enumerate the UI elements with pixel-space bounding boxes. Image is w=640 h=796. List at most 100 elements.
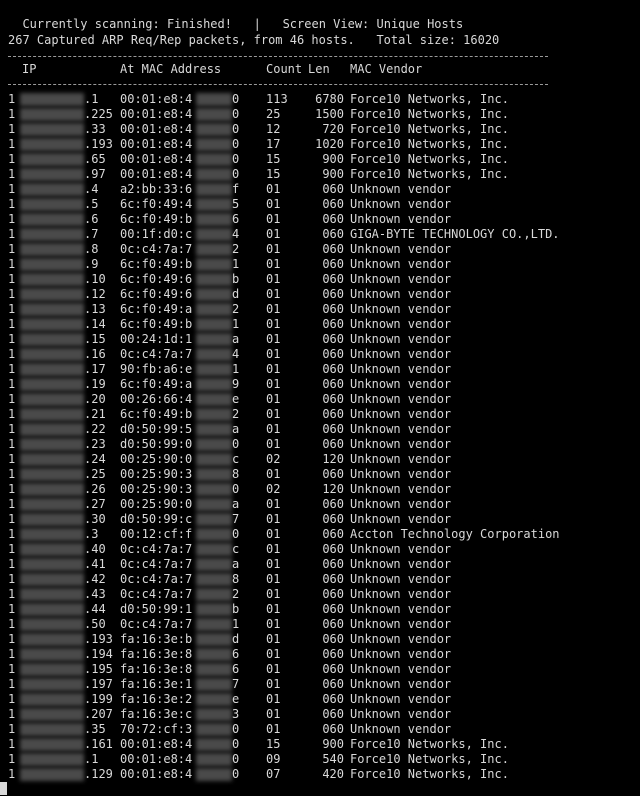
- table-row[interactable]: 1 .19 6c:f0:49:a 9 01 060 Unknown vendor: [8, 377, 588, 392]
- table-row[interactable]: 1 .193 00:01:e8:4 0 17 1020 Force10 Networks, …: [8, 137, 588, 152]
- table-row[interactable]: 1 .6 6c:f0:49:b 6 01 060 Unknown vendor: [8, 212, 588, 227]
- table-row[interactable]: 1 .10 6c:f0:49:6 b 01 060 Unknown vendor: [8, 272, 588, 287]
- ip-suffix: .17: [84, 362, 106, 376]
- table-row[interactable]: 1 .40 0c:c4:7a:7 c 01 060 Unknown vendor: [8, 542, 588, 557]
- table-row[interactable]: 1 .24 00:25:90:0 c 02 120 Unknown vendor: [8, 452, 588, 467]
- mac-address-end: 4: [232, 347, 240, 361]
- mac-vendor: Unknown vendor: [350, 467, 452, 481]
- status-separator: |: [253, 17, 261, 31]
- table-row[interactable]: 1 .7 00:1f:d0:c 4 01 060 GIGA-BYTE TECHNOLOGY …: [8, 227, 588, 242]
- ip-redaction: [20, 228, 84, 241]
- packet-length: 060: [322, 692, 344, 706]
- table-row[interactable]: 1 .8 0c:c4:7a:7 2 01 060 Unknown vendor: [8, 242, 588, 257]
- table-row[interactable]: 1 .43 0c:c4:7a:7 2 01 060 Unknown vendor: [8, 587, 588, 602]
- mac-redaction: [196, 438, 232, 451]
- table-row[interactable]: 1 .1 00:01:e8:4 0 09 540 Force10 Networks, Inc…: [8, 752, 588, 767]
- table-row[interactable]: 1 .15 00:24:1d:1 a 01 060 Unknown vendor: [8, 332, 588, 347]
- table-row[interactable]: 1 .27 00:25:90:0 a 01 060 Unknown vendor: [8, 497, 588, 512]
- table-row[interactable]: 1 .23 d0:50:99:0 0 01 060 Unknown vendor: [8, 437, 588, 452]
- packet-length: 060: [322, 332, 344, 346]
- mac-address-start: 00:01:e8:4: [120, 107, 193, 121]
- mac-address-end: 6: [232, 647, 240, 661]
- mac-address-end: a: [232, 332, 240, 346]
- table-row[interactable]: 1 .1 00:01:e8:4 0 113 6780 Force10 Networks, I…: [8, 92, 588, 107]
- mac-vendor: Unknown vendor: [350, 617, 452, 631]
- table-row[interactable]: 1 .50 0c:c4:7a:7 1 01 060 Unknown vendor: [8, 617, 588, 632]
- mac-vendor: Unknown vendor: [350, 407, 452, 421]
- table-row[interactable]: 1 .197 fa:16:3e:1 7 01 060 Unknown vendor: [8, 677, 588, 692]
- ip-redaction: [20, 513, 84, 526]
- ip-suffix: .207: [84, 707, 113, 721]
- table-row[interactable]: 1 .25 00:25:90:3 8 01 060 Unknown vendor: [8, 467, 588, 482]
- mac-redaction: [196, 648, 232, 661]
- mac-redaction: [196, 123, 232, 136]
- ip-prefix: 1: [8, 752, 16, 766]
- packet-length: 420: [322, 767, 344, 781]
- table-row[interactable]: 1 .65 00:01:e8:4 0 15 900 Force10 Networks, In…: [8, 152, 588, 167]
- table-row[interactable]: 1 .12 6c:f0:49:6 d 01 060 Unknown vendor: [8, 287, 588, 302]
- ip-redaction: [20, 363, 84, 376]
- packet-length: 060: [322, 527, 344, 541]
- table-row[interactable]: 1 .97 00:01:e8:4 0 15 900 Force10 Networks, In…: [8, 167, 588, 182]
- table-row[interactable]: 1 .207 fa:16:3e:c 3 01 060 Unknown vendor: [8, 707, 588, 722]
- table-row[interactable]: 1 .42 0c:c4:7a:7 8 01 060 Unknown vendor: [8, 572, 588, 587]
- col-count-header: Count: [266, 62, 303, 76]
- ip-suffix: .13: [84, 302, 106, 316]
- mac-address-start: d0:50:99:0: [120, 437, 193, 451]
- table-row[interactable]: 1 .30 d0:50:99:c 7 01 060 Unknown vendor: [8, 512, 588, 527]
- ip-suffix: .194: [84, 647, 113, 661]
- packet-length: 060: [322, 647, 344, 661]
- table-row[interactable]: 1 .22 d0:50:99:5 a 01 060 Unknown vendor: [8, 422, 588, 437]
- table-row[interactable]: 1 .194 fa:16:3e:8 6 01 060 Unknown vendor: [8, 647, 588, 662]
- table-row[interactable]: 1 .193 fa:16:3e:b d 01 060 Unknown vendor: [8, 632, 588, 647]
- table-row[interactable]: 1 .4 a2:bb:33:6 f 01 060 Unknown vendor: [8, 182, 588, 197]
- mac-vendor: Force10 Networks, Inc.: [350, 122, 509, 136]
- ip-prefix: 1: [8, 212, 16, 226]
- packet-count: 01: [266, 422, 281, 436]
- table-row[interactable]: 1 .199 fa:16:3e:2 e 01 060 Unknown vendor: [8, 692, 588, 707]
- mac-vendor: Unknown vendor: [350, 572, 452, 586]
- status-line: Currently scanning: Finished! | Screen V…: [8, 2, 463, 31]
- mac-vendor: Unknown vendor: [350, 512, 452, 526]
- mac-address-end: 0: [232, 152, 240, 166]
- table-row[interactable]: 1 .5 6c:f0:49:4 5 01 060 Unknown vendor: [8, 197, 588, 212]
- mac-vendor: Force10 Networks, Inc.: [350, 737, 509, 751]
- table-row[interactable]: 1 .3 00:12:cf:f 0 01 060 Accton Technology Cor…: [8, 527, 588, 542]
- ip-suffix: .225: [84, 107, 113, 121]
- table-row[interactable]: 1 .20 00:26:66:4 e 01 060 Unknown vendor: [8, 392, 588, 407]
- ip-redaction: [20, 93, 84, 106]
- table-row[interactable]: 1 .225 00:01:e8:4 0 25 1500 Force10 Networks, …: [8, 107, 588, 122]
- table-row[interactable]: 1 .129 00:01:e8:4 0 07 420 Force10 Networks, I…: [8, 767, 588, 782]
- mac-address-end: d: [232, 632, 240, 646]
- packet-count: 01: [266, 632, 281, 646]
- mac-address-start: d0:50:99:1: [120, 602, 193, 616]
- table-row[interactable]: 1 .33 00:01:e8:4 0 12 720 Force10 Networks, In…: [8, 122, 588, 137]
- mac-address-start: 00:01:e8:4: [120, 167, 193, 181]
- table-row[interactable]: 1 .17 90:fb:a6:e 1 01 060 Unknown vendor: [8, 362, 588, 377]
- table-row[interactable]: 1 .26 00:25:90:3 0 02 120 Unknown vendor: [8, 482, 588, 497]
- packet-count: 01: [266, 542, 281, 556]
- packet-length: 060: [322, 677, 344, 691]
- packet-length: 060: [322, 707, 344, 721]
- packet-length: 060: [322, 437, 344, 451]
- table-row[interactable]: 1 .161 00:01:e8:4 0 15 900 Force10 Networks, I…: [8, 737, 588, 752]
- mac-address-start: 00:25:90:3: [120, 467, 193, 481]
- table-row[interactable]: 1 .44 d0:50:99:1 b 01 060 Unknown vendor: [8, 602, 588, 617]
- terminal-window[interactable]: { "status": { "scanning_label": "Current…: [0, 0, 640, 796]
- col-vendor-header: MAC Vendor: [350, 62, 423, 76]
- table-row[interactable]: 1 .35 70:72:cf:3 0 01 060 Unknown vendor: [8, 722, 588, 737]
- table-row[interactable]: 1 .21 6c:f0:49:b 2 01 060 Unknown vendor: [8, 407, 588, 422]
- table-row[interactable]: 1 .14 6c:f0:49:b 1 01 060 Unknown vendor: [8, 317, 588, 332]
- table-row[interactable]: 1 .41 0c:c4:7a:7 a 01 060 Unknown vendor: [8, 557, 588, 572]
- table-row[interactable]: 1 .13 6c:f0:49:a 2 01 060 Unknown vendor: [8, 302, 588, 317]
- packet-length: 060: [322, 272, 344, 286]
- table-row[interactable]: 1 .9 6c:f0:49:b 1 01 060 Unknown vendor: [8, 257, 588, 272]
- packet-count: 01: [266, 617, 281, 631]
- packet-count: 01: [266, 662, 281, 676]
- table-row[interactable]: 1 .16 0c:c4:7a:7 4 01 060 Unknown vendor: [8, 347, 588, 362]
- table-row[interactable]: 1 .195 fa:16:3e:8 6 01 060 Unknown vendor: [8, 662, 588, 677]
- mac-vendor: Force10 Networks, Inc.: [350, 137, 509, 151]
- mac-address-end: b: [232, 272, 240, 286]
- mac-vendor: Unknown vendor: [350, 212, 452, 226]
- packet-length: 060: [322, 587, 344, 601]
